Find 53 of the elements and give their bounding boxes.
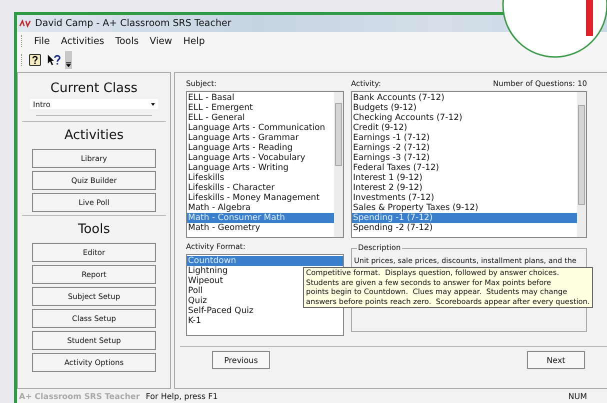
window-title: David Camp - A+ Classroom SRS Teacher — [35, 18, 232, 29]
status-app-name: A+ Classroom SRS Teacher — [19, 392, 140, 401]
list-item[interactable]: Federal Taxes (7-12) — [352, 163, 577, 173]
num-lock-indicator: NUM — [568, 392, 587, 401]
list-item[interactable]: K-1 — [187, 316, 343, 326]
toolbar-overflow-button[interactable] — [65, 51, 72, 69]
list-item[interactable]: Budgets (9-12) — [352, 103, 577, 113]
list-item[interactable]: Self-Paced Quiz — [187, 306, 343, 316]
list-item[interactable]: Lifeskills - Character — [187, 183, 334, 193]
menu-item[interactable]: Help — [183, 36, 205, 46]
list-item[interactable]: Earnings -3 (7-12) — [352, 153, 577, 163]
list-item[interactable]: ELL - Emergent — [187, 103, 334, 113]
list-item[interactable]: Math - Geometry — [187, 223, 334, 233]
section-heading: Current Class — [50, 81, 138, 96]
list-item[interactable]: ELL - General — [187, 113, 334, 123]
list-item[interactable]: Spending -1 (7-12) — [352, 213, 577, 223]
section-heading: Activities — [64, 128, 124, 143]
list-item[interactable]: Sales & Property Taxes (9-12) — [352, 203, 577, 213]
status-help-text: For Help, press F1 — [146, 392, 218, 401]
app-logo-icon — [19, 19, 31, 28]
list-item[interactable]: Countdown — [187, 256, 343, 266]
list-item[interactable]: Credit (9-12) — [352, 123, 577, 133]
dropdown-arrow-icon — [151, 102, 155, 106]
list-item[interactable]: Language Arts - Grammar — [187, 133, 334, 143]
list-item[interactable]: Language Arts - Vocabulary — [187, 153, 334, 163]
list-item[interactable]: Language Arts - Reading — [187, 143, 334, 153]
list-item[interactable]: ELL - Basal — [187, 93, 334, 103]
list-item[interactable]: Earnings -2 (7-12) — [352, 143, 577, 153]
list-item[interactable]: Bank Accounts (7-12) — [352, 93, 577, 103]
list-item[interactable]: Interest 2 (9-12) — [352, 183, 577, 193]
list-item[interactable]: Lifeskills — [187, 173, 334, 183]
scrollbar[interactable] — [577, 92, 586, 237]
pointer-help-icon[interactable] — [47, 53, 61, 67]
list-item[interactable]: Checking Accounts (7-12) — [352, 113, 577, 123]
list-item[interactable]: Lifeskills - Money Management — [187, 193, 334, 203]
next-button[interactable]: Next — [527, 351, 585, 369]
list-item[interactable]: Interest 1 (9-12) — [352, 173, 577, 183]
help-icon[interactable] — [28, 53, 42, 67]
list-item[interactable]: Investments (7-12) — [352, 193, 577, 203]
previous-button[interactable]: Previous — [212, 351, 270, 369]
menu-item[interactable]: File — [34, 36, 50, 46]
list-item[interactable]: Math - Algebra — [187, 203, 334, 213]
menu-item[interactable]: Tools — [115, 36, 139, 46]
list-item[interactable]: Spending -2 (7-12) — [352, 223, 577, 233]
list-item[interactable]: Language Arts - Writing — [187, 163, 334, 173]
menu-item[interactable]: Activities — [60, 36, 104, 46]
list-item[interactable]: Math - Consumer Math — [187, 213, 334, 223]
scrollbar[interactable] — [334, 92, 343, 237]
caret-icon — [66, 62, 71, 67]
menu-item[interactable]: View — [150, 36, 172, 46]
list-item[interactable]: Language Arts - Communication — [187, 123, 334, 133]
list-item[interactable]: Earnings -1 (7-12) — [352, 133, 577, 143]
section-heading: Tools — [78, 222, 110, 237]
